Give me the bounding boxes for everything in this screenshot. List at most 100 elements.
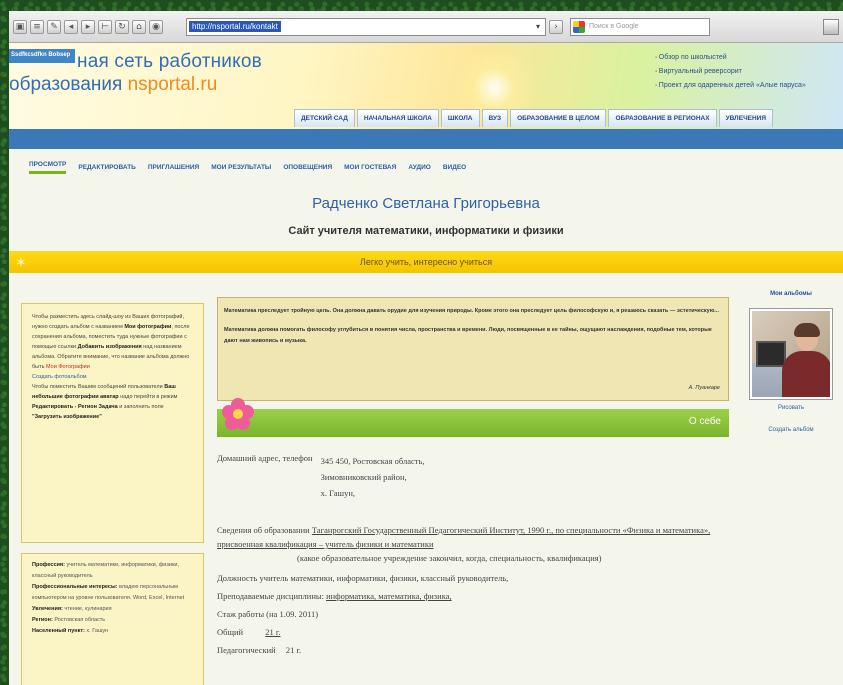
tab-view[interactable]: ПРОСМОТР [29, 161, 67, 174]
forward-icon[interactable]: ▸ [81, 19, 95, 34]
address-line: х. Гашун, [320, 488, 356, 498]
header-link[interactable]: Виртуальный реверсорит [655, 65, 806, 79]
help-bold: "Загрузить изображение" [32, 414, 102, 420]
profile-facts-box: Профессия: учитель математики, информати… [21, 553, 204, 685]
address-bar[interactable]: http://nsportal.ru/kontakt ▾ [186, 17, 546, 36]
create-photoalbum-link[interactable]: Создать фотоальбом [32, 374, 87, 380]
left-sidebar: Чтобы разместить здесь слайд-шоу из Ваши… [21, 303, 204, 685]
globe-icon[interactable]: ◉ [149, 19, 163, 34]
experience-ped-row: Педагогический 21 г. [217, 645, 729, 655]
tab-edit[interactable]: РЕДАКТИРОВАТЬ [78, 164, 135, 171]
header-link[interactable]: Проект для одаренных детей «Алые паруса» [655, 79, 806, 93]
history-icon[interactable]: ⊢ [98, 19, 112, 34]
help-text: и заполнить поле [119, 404, 164, 410]
fact-row: Профессия: учитель математики, информати… [32, 560, 193, 582]
nav-item[interactable]: ОБРАЗОВАНИЕ В РЕГИОНАХ [608, 109, 717, 127]
profile-tabs: ПРОСМОТР РЕДАКТИРОВАТЬ ПРИГЛАШЕНИЯ МОИ Р… [9, 149, 843, 185]
header-link[interactable]: Обзор по школыстей [655, 51, 806, 65]
save-icon[interactable]: ▣ [13, 19, 27, 34]
url-text[interactable]: http://nsportal.ru/kontakt [189, 21, 281, 32]
experience-ped-value: 21 г. [285, 645, 302, 655]
address-label: Домашний адрес, телефон [217, 453, 313, 463]
address-value: 345 450, Ростовская область, Зимовниковс… [321, 453, 425, 501]
fact-key: Профессия: [32, 562, 65, 568]
header-ribbon: Ssdfkcsdfkn Bobsep [9, 49, 75, 63]
nav-item[interactable]: УВЛЕЧЕНИЯ [718, 109, 774, 127]
address-line: 345 450, Ростовская область, [320, 456, 425, 466]
tab-results[interactable]: МОИ РЕЗУЛЬТАТЫ [211, 164, 271, 171]
album-caption[interactable]: Рисовать [747, 405, 835, 411]
create-album-link[interactable]: Создать альбом [747, 427, 835, 433]
tab-guestbook[interactable]: МОИ ГОСТЕВАЯ [344, 164, 396, 171]
fact-row: Регион: Ростовская область [32, 615, 193, 626]
help-text: надо перейти в режим [120, 394, 178, 400]
go-icon[interactable]: › [549, 19, 563, 34]
nav-item[interactable]: ВУЗ [481, 109, 509, 127]
home-icon[interactable]: ⌂ [132, 19, 146, 34]
site-name[interactable]: ная сеть работников [77, 51, 262, 73]
reload-icon[interactable]: ↻ [115, 19, 129, 34]
nav-item[interactable]: НАЧАЛЬНАЯ ШКОЛА [356, 109, 439, 127]
fact-value: Ростовская область [54, 617, 106, 623]
tab-notifications[interactable]: ОПОВЕЩЕНИЯ [283, 164, 332, 171]
fact-row: Населенный пункт: х. Гашун [32, 626, 193, 637]
subjects-label: Преподаваемые дисциплины: [217, 591, 324, 601]
fact-row: Профессиональные интересы: владею персон… [32, 582, 193, 604]
pen-icon[interactable]: ✎ [47, 19, 61, 34]
nav-underbar [9, 129, 843, 149]
help-bold: Добавить изображения [77, 344, 142, 350]
url-dropdown-icon[interactable]: ▾ [531, 19, 545, 35]
albums-title[interactable]: Мои альбомы [747, 291, 835, 297]
page-title: Радченко Светлана Григорьевна [312, 195, 540, 212]
search-placeholder: Поиск в Google [589, 23, 639, 30]
education-label: Сведения об образовании [217, 525, 310, 535]
fact-key: Профессиональные интересы: [32, 584, 118, 590]
search-engine-icon[interactable] [573, 20, 585, 33]
star-icon: ✶ [15, 254, 27, 270]
subjects-row: Преподаваемые дисциплины: информатика, м… [217, 591, 729, 601]
main-content: Математика преследует тройную цель. Она … [217, 297, 729, 663]
nav-item[interactable]: ШКОЛА [440, 109, 480, 127]
tab-invitations[interactable]: ПРИГЛАШЕНИЯ [148, 164, 199, 171]
site-sub-prefix: образования [9, 74, 128, 95]
motto-text: Легко учить, интересно учиться [359, 257, 493, 267]
site-brand: nsportal.ru [127, 74, 218, 95]
fact-value: х. Гашун [86, 628, 109, 634]
address-line: Зимовниковский район, [320, 472, 407, 482]
experience-title: Стаж работы (на 1.09. 2011) [217, 609, 319, 619]
tab-audio[interactable]: АУДИО [408, 164, 431, 171]
about-label: О себе [688, 416, 721, 427]
nav-item[interactable]: ОБРАЗОВАНИЕ В ЦЕЛОМ [510, 109, 607, 127]
nav-item[interactable]: ДЕТСКИЙ САД [294, 109, 355, 127]
experience-ped-label: Педагогический [217, 645, 276, 655]
quote-paragraph: Математика должна помогать философу углу… [224, 327, 712, 344]
page-subtitle: Сайт учителя математики, информатики и ф… [288, 225, 564, 237]
header-links: Обзор по школыстей Виртуальный реверсори… [655, 51, 806, 93]
browser-window: ▣ ≡ ✎ ◂ ▸ ⊢ ↻ ⌂ ◉ http://nsportal.ru/kon… [9, 11, 843, 685]
toolbar-menu-icon[interactable] [823, 18, 839, 35]
motto-bar: ✶ Легко учить, интересно учиться [9, 251, 843, 273]
back-icon[interactable]: ◂ [64, 19, 78, 34]
album-photo[interactable] [750, 309, 832, 399]
experience-total-row: Общий 21 г. [217, 627, 729, 637]
profile-info: Домашний адрес, телефон 345 450, Ростовс… [217, 453, 729, 655]
help-text: Чтобы поместить Вашим сообщений пользова… [32, 384, 163, 390]
help-highlight: Мои Фотографии [46, 364, 90, 370]
fact-key: Увлечения: [32, 606, 63, 612]
flower-icon [222, 398, 254, 430]
quote-paragraph: Математика преследует тройную цель. Она … [224, 308, 719, 314]
education-note: (какое образовательное учреждение законч… [297, 553, 602, 563]
tab-video[interactable]: ВИДЕО [443, 164, 466, 171]
experience-total-value: 21 г. [265, 627, 281, 637]
fact-key: Населенный пункт: [32, 628, 85, 634]
main-nav: ДЕТСКИЙ САД НАЧАЛЬНАЯ ШКОЛА ШКОЛА ВУЗ ОБ… [294, 109, 775, 127]
search-input[interactable]: Поиск в Google [570, 17, 710, 36]
about-header: О себе [217, 398, 729, 437]
site-logo-text[interactable]: образования nsportal.ru [9, 74, 217, 96]
photo-help-box: Чтобы разместить здесь слайд-шоу из Ваши… [21, 303, 204, 543]
list-icon[interactable]: ≡ [30, 19, 44, 34]
fact-value: чтение, кулинария [64, 606, 112, 612]
fact-row: Увлечения: чтение, кулинария [32, 604, 193, 615]
browser-toolbar: ▣ ≡ ✎ ◂ ▸ ⊢ ↻ ⌂ ◉ http://nsportal.ru/kon… [9, 11, 843, 43]
address-row: Домашний адрес, телефон 345 450, Ростовс… [217, 453, 729, 501]
